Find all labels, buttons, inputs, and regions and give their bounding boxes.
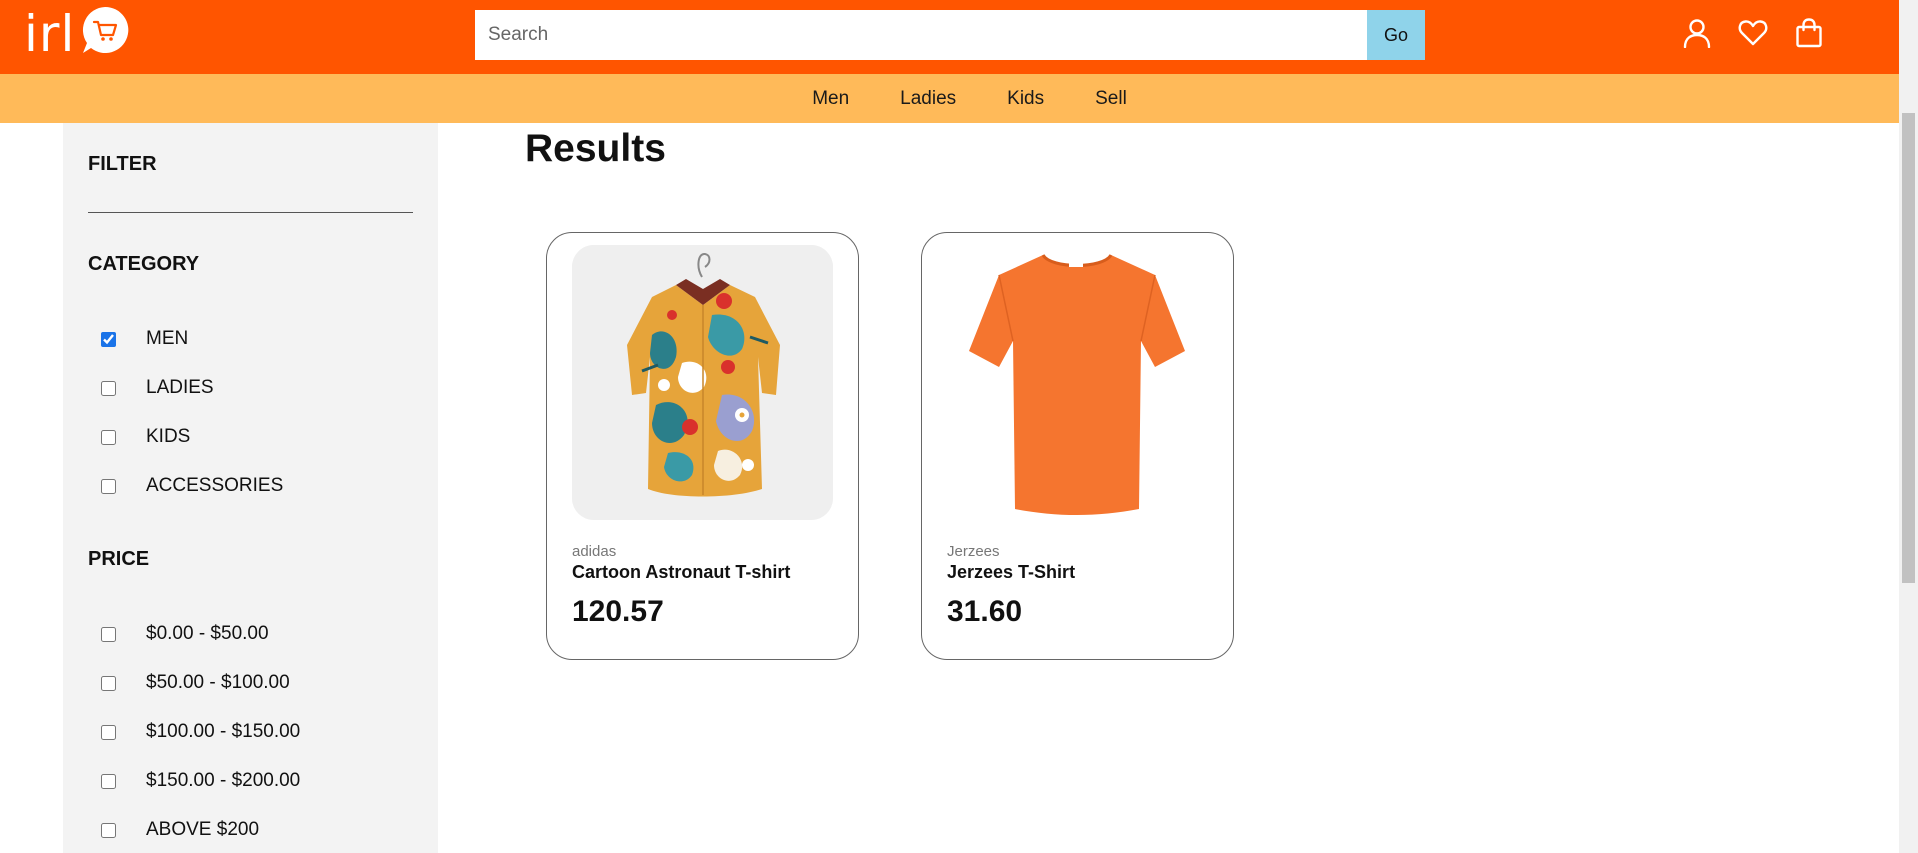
price-title: PRICE	[88, 548, 150, 570]
price-checkbox-0-50[interactable]	[101, 626, 116, 642]
nav-item-ladies[interactable]: Ladies	[900, 88, 956, 110]
price-checkbox-150-200[interactable]	[101, 773, 116, 789]
price-option-100-150[interactable]: $100.00 - $150.00	[101, 720, 300, 744]
category-checkbox-accessories[interactable]	[101, 478, 116, 494]
search-form: Go	[475, 10, 1425, 60]
results-title: Results	[525, 127, 666, 170]
shopping-bag-icon[interactable]	[1792, 16, 1826, 50]
price-checkbox-100-150[interactable]	[101, 724, 116, 740]
page-scrollbar[interactable]	[1899, 0, 1918, 853]
category-checkbox-men[interactable]	[101, 331, 116, 347]
user-icon[interactable]	[1680, 16, 1714, 50]
product-name[interactable]: Cartoon Astronaut T-shirt	[572, 562, 790, 583]
product-brand: Jerzees	[947, 543, 1000, 560]
price-label-above-200: ABOVE $200	[146, 819, 260, 840]
category-nav: Men Ladies Kids Sell	[0, 74, 1899, 123]
category-option-kids[interactable]: KIDS	[101, 425, 190, 449]
category-title: CATEGORY	[88, 253, 200, 275]
product-price: 120.57	[572, 595, 664, 628]
category-label-kids: KIDS	[146, 426, 191, 447]
price-checkbox-above-200[interactable]	[101, 822, 116, 838]
product-card[interactable]: adidas Cartoon Astronaut T-shirt 120.57	[546, 232, 859, 660]
search-go-button[interactable]: Go	[1367, 10, 1425, 60]
price-label-150-200: $150.00 - $200.00	[146, 770, 301, 791]
category-checkbox-ladies[interactable]	[101, 380, 116, 396]
filter-title: FILTER	[88, 153, 157, 175]
category-label-men: MEN	[146, 328, 189, 349]
nav-list: Men Ladies Kids Sell	[812, 88, 1127, 110]
price-option-50-100[interactable]: $50.00 - $100.00	[101, 671, 290, 695]
search-input[interactable]	[475, 10, 1367, 60]
category-label-accessories: ACCESSORIES	[146, 475, 284, 496]
nav-item-kids[interactable]: Kids	[1007, 88, 1044, 110]
nav-item-sell[interactable]: Sell	[1095, 88, 1127, 110]
price-option-0-50[interactable]: $0.00 - $50.00	[101, 622, 269, 646]
category-option-ladies[interactable]: LADIES	[101, 376, 214, 400]
product-price: 31.60	[947, 595, 1023, 628]
product-image-orange-tshirt[interactable]	[947, 245, 1208, 520]
price-label-0-50: $0.00 - $50.00	[146, 623, 269, 644]
product-card[interactable]: Jerzees Jerzees T-Shirt 31.60	[921, 232, 1234, 660]
scrollbar-thumb[interactable]	[1902, 113, 1915, 583]
product-name[interactable]: Jerzees T-Shirt	[947, 562, 1075, 583]
site-logo[interactable]: irl	[24, 5, 131, 63]
top-header: irl Go	[0, 0, 1899, 74]
category-checkbox-kids[interactable]	[101, 429, 116, 445]
filter-divider	[88, 212, 413, 213]
heart-icon[interactable]	[1736, 16, 1770, 50]
header-actions	[1680, 16, 1826, 50]
filter-sidebar: FILTER CATEGORY MEN LADIES KIDS ACCESSOR…	[63, 123, 438, 853]
product-image-hawaiian-shirt[interactable]	[572, 245, 833, 520]
product-brand: adidas	[572, 543, 617, 560]
category-option-accessories[interactable]: ACCESSORIES	[101, 474, 283, 498]
price-checkbox-50-100[interactable]	[101, 675, 116, 691]
price-option-150-200[interactable]: $150.00 - $200.00	[101, 769, 300, 793]
category-option-men[interactable]: MEN	[101, 327, 188, 351]
price-label-50-100: $50.00 - $100.00	[146, 672, 290, 693]
logo-text: irl	[24, 5, 76, 63]
category-label-ladies: LADIES	[146, 377, 214, 398]
price-option-above-200[interactable]: ABOVE $200	[101, 818, 259, 842]
cart-logo-icon	[79, 5, 131, 55]
nav-item-men[interactable]: Men	[812, 88, 849, 110]
price-label-100-150: $100.00 - $150.00	[146, 721, 301, 742]
